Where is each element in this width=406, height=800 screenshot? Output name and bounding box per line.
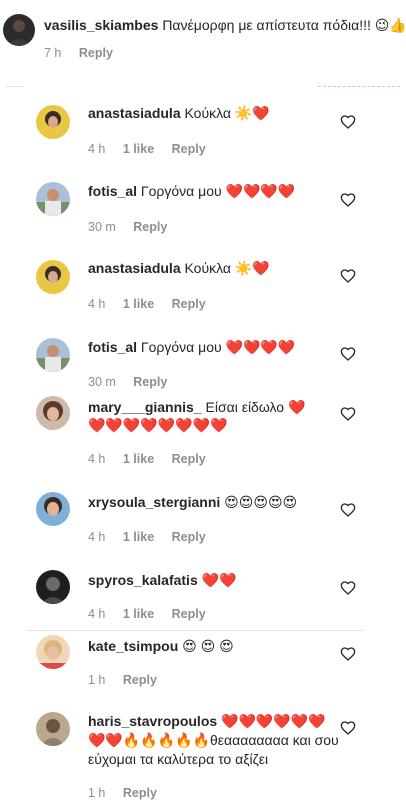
- avatar[interactable]: [36, 492, 70, 526]
- comment-time: 1 h: [88, 786, 106, 800]
- likes-count[interactable]: 1 like: [123, 607, 154, 621]
- like-heart-icon[interactable]: [340, 346, 356, 362]
- avatar[interactable]: [36, 396, 70, 430]
- comment-meta: 30 m Reply: [88, 220, 181, 234]
- comment-line: anastasiadula Κούκλα ☀️❤️: [88, 259, 270, 278]
- reply-button[interactable]: Reply: [133, 375, 167, 389]
- reply-button[interactable]: Reply: [172, 452, 206, 466]
- like-heart-icon[interactable]: [340, 646, 356, 662]
- comment-line: anastasiadula Κούκλα ☀️❤️: [88, 104, 270, 123]
- likes-count[interactable]: 1 like: [123, 142, 154, 156]
- comment-meta: 30 m Reply: [88, 375, 181, 389]
- avatar[interactable]: [36, 338, 70, 372]
- divider: [6, 86, 24, 87]
- comment-meta: 4 h 1 like Reply: [88, 452, 220, 466]
- comment-username[interactable]: vasilis_skiambes: [44, 17, 158, 33]
- comment-text: ❤️❤️: [201, 572, 237, 588]
- like-heart-icon[interactable]: [340, 192, 356, 208]
- comment-meta: 4 h 1 like Reply: [88, 607, 220, 621]
- comment-time: 4 h: [88, 297, 106, 311]
- comment-time: 30 m: [88, 220, 116, 234]
- comment-time: 1 h: [88, 673, 106, 687]
- comment-text: 😍 😍 😍: [182, 638, 234, 654]
- comment-username[interactable]: haris_stavropoulos: [88, 713, 217, 729]
- comment-time: 30 m: [88, 375, 116, 389]
- comment-username[interactable]: spyros_kalafatis: [88, 572, 198, 588]
- comment-line: fotis_al Γοργόνα μου ❤️❤️❤️❤️: [88, 338, 295, 357]
- comment-line: kate_tsimpou 😍 😍 😍: [88, 637, 234, 656]
- comment-line: spyros_kalafatis ❤️❤️: [88, 571, 237, 590]
- avatar[interactable]: [36, 182, 70, 216]
- comment-text: Πανέμορφη με απίστευτα πόδια!!! 😉👍: [162, 17, 406, 33]
- like-heart-icon[interactable]: [340, 114, 356, 130]
- avatar[interactable]: [36, 105, 70, 139]
- comment-time: 4 h: [88, 452, 106, 466]
- avatar[interactable]: [36, 570, 70, 604]
- reply-button[interactable]: Reply: [172, 142, 206, 156]
- reply-button[interactable]: Reply: [123, 673, 157, 687]
- comment-line: fotis_al Γοργόνα μου ❤️❤️❤️❤️: [88, 182, 295, 201]
- like-heart-icon[interactable]: [340, 580, 356, 596]
- reply-button[interactable]: Reply: [172, 530, 206, 544]
- comment-username[interactable]: fotis_al: [88, 339, 137, 355]
- comment-line: vasilis_skiambes Πανέμορφη με απίστευτα …: [44, 16, 406, 35]
- comment-text: ❤️❤️❤️❤️❤️❤️: [221, 713, 326, 729]
- comment-text: Γοργόνα μου ❤️❤️❤️❤️: [140, 183, 296, 199]
- comment-line: haris_stavropoulos ❤️❤️❤️❤️❤️❤️: [88, 712, 326, 731]
- avatar[interactable]: [36, 635, 70, 669]
- divider: [318, 86, 400, 87]
- comment-username[interactable]: mary___giannis_: [88, 399, 202, 415]
- comment-text: εύχομαι τα καλύτερα το αξίζει: [88, 751, 269, 767]
- comment-text: Είσαι είδωλο ❤️: [205, 399, 306, 415]
- reply-button[interactable]: Reply: [172, 607, 206, 621]
- comment-time: 4 h: [88, 530, 106, 544]
- comment-meta: 7 h Reply: [44, 46, 127, 60]
- like-heart-icon[interactable]: [340, 406, 356, 422]
- comment-text: Κούκλα ☀️❤️: [184, 105, 270, 121]
- comment-username[interactable]: anastasiadula: [88, 105, 181, 121]
- comment-line: xrysoula_stergianni 😍😍😍😍😍: [88, 493, 297, 512]
- avatar[interactable]: [36, 712, 70, 746]
- reply-button[interactable]: Reply: [123, 786, 157, 800]
- comment-meta: 4 h 1 like Reply: [88, 142, 220, 156]
- comment-username[interactable]: kate_tsimpou: [88, 638, 178, 654]
- comment-text: Κούκλα ☀️❤️: [184, 260, 270, 276]
- comment-text: 😍😍😍😍😍: [224, 494, 298, 510]
- comment-meta: 4 h 1 like Reply: [88, 297, 220, 311]
- reply-button[interactable]: Reply: [133, 220, 167, 234]
- comment-meta: 1 h Reply: [88, 673, 171, 687]
- comment-username[interactable]: fotis_al: [88, 183, 137, 199]
- comment-username[interactable]: xrysoula_stergianni: [88, 494, 220, 510]
- divider: [26, 630, 364, 631]
- comment-meta: 4 h 1 like Reply: [88, 530, 220, 544]
- comment-line: mary___giannis_ Είσαι είδωλο ❤️: [88, 398, 305, 417]
- comment-text: ❤️❤️❤️❤️❤️❤️❤️❤️: [88, 417, 228, 433]
- comment-text: Γοργόνα μου ❤️❤️❤️❤️: [140, 339, 296, 355]
- reply-button[interactable]: Reply: [172, 297, 206, 311]
- comment-time: 4 h: [88, 607, 106, 621]
- like-heart-icon[interactable]: [340, 502, 356, 518]
- reply-button[interactable]: Reply: [79, 46, 113, 60]
- comment-time: 4 h: [88, 142, 106, 156]
- like-heart-icon[interactable]: [340, 720, 356, 736]
- comment-username[interactable]: anastasiadula: [88, 260, 181, 276]
- avatar[interactable]: [36, 260, 70, 294]
- comment-time: 7 h: [44, 46, 62, 60]
- likes-count[interactable]: 1 like: [123, 530, 154, 544]
- avatar[interactable]: [3, 14, 35, 46]
- like-heart-icon[interactable]: [340, 268, 356, 284]
- comment-text: ❤️❤️🔥🔥🔥🔥🔥θεαααααααα και σου: [88, 732, 339, 748]
- likes-count[interactable]: 1 like: [123, 452, 154, 466]
- comment-meta: 1 h Reply: [88, 786, 171, 800]
- likes-count[interactable]: 1 like: [123, 297, 154, 311]
